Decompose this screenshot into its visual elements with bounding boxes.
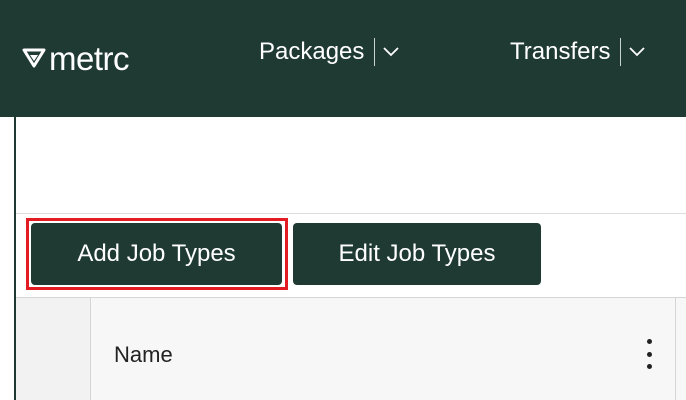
edit-job-types-button[interactable]: Edit Job Types [293, 223, 541, 285]
nav-item-label: Transfers [510, 38, 611, 65]
nav-item-packages[interactable]: Packages [259, 34, 400, 70]
metrc-logo[interactable]: metrc [22, 38, 130, 78]
left-border [0, 117, 16, 400]
nav-separator [620, 38, 622, 66]
job-types-grid: Name [16, 297, 686, 400]
grid-row-gutter [16, 298, 91, 400]
grid-header: Name [91, 298, 686, 400]
logo-text: metrc [49, 39, 130, 77]
nav-item-transfers[interactable]: Transfers [510, 34, 646, 70]
column-header-name[interactable]: Name [114, 342, 173, 368]
metrc-logo-icon [22, 48, 46, 68]
menu-dot [646, 339, 652, 344]
kebab-menu-icon[interactable] [642, 339, 656, 369]
toolbar-divider [16, 213, 686, 214]
add-job-types-button[interactable]: Add Job Types [31, 223, 282, 285]
menu-dot [646, 351, 652, 357]
chevron-down-icon[interactable] [383, 47, 400, 57]
top-navbar: metrc Packages Transfers [0, 0, 686, 117]
chevron-down-icon[interactable] [629, 47, 646, 57]
column-divider [675, 298, 676, 400]
nav-separator [374, 38, 376, 66]
nav-item-label: Packages [259, 38, 365, 65]
menu-dot [646, 364, 652, 369]
app-window: metrc Packages Transfers Add Job Types E… [0, 0, 686, 400]
